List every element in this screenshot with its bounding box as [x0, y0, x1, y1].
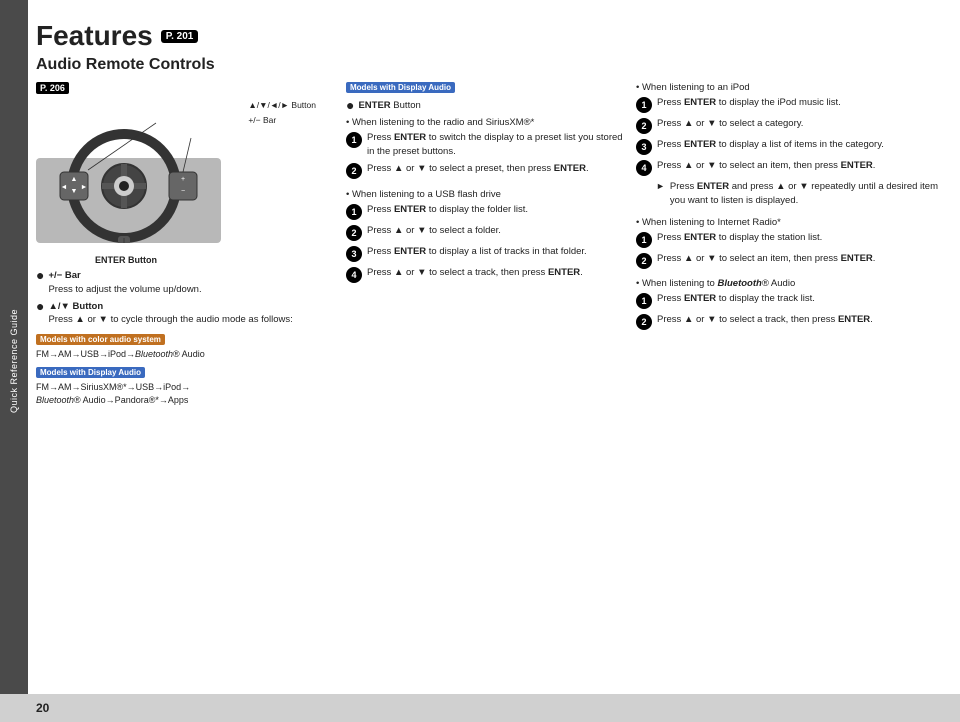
flow-color-text: FM→AM→USB→iPod→Bluetooth® Audio	[36, 348, 336, 362]
page-ref: P. 201	[161, 30, 199, 43]
when-internet: • When listening to Internet Radio*	[636, 217, 950, 228]
flow-display-text: FM→AM→SiriusXM®*→USB→iPod→ Bluetooth® Au…	[36, 381, 336, 408]
color-audio-badge: Models with color audio system	[36, 334, 165, 345]
middle-column: Models with Display Audio ● ENTER Button…	[346, 82, 626, 408]
when-ipod: • When listening to an iPod	[636, 82, 950, 93]
left-column: P. 206 ▲/▼/◄/► Button +/− Bar	[36, 82, 336, 408]
when-bluetooth: • When listening to Bluetooth® Audio	[636, 278, 950, 289]
bottom-bar: 20	[0, 694, 960, 722]
vol-text: Press to adjust the volume up/down.	[48, 284, 201, 295]
sidebar-label: Quick Reference Guide	[9, 309, 19, 413]
steps-bluetooth: 1 Press ENTER to display the track list.…	[636, 292, 950, 330]
button-label: ▲/▼/◄/► Button	[248, 98, 316, 113]
steps-radio: 1 Press ENTER to switch the display to a…	[346, 131, 626, 180]
svg-text:▼: ▼	[71, 188, 78, 195]
steps-usb: 1 Press ENTER to display the folder list…	[346, 203, 626, 283]
svg-text:▲: ▲	[71, 176, 78, 183]
display-audio-badge-mid: Models with Display Audio	[346, 82, 455, 93]
when-radio: • When listening to the radio and Sirius…	[346, 117, 626, 128]
bar-label: +/− Bar	[248, 113, 316, 128]
page-title: Features	[36, 20, 153, 52]
when-usb: • When listening to a USB flash drive	[346, 189, 626, 200]
steps-ipod: 1 Press ENTER to display the iPod music …	[636, 96, 950, 176]
steering-wheel-diagram: ▲/▼/◄/► Button +/− Bar	[36, 98, 336, 265]
cycle-text: Press ▲ or ▼ to cycle through the audio …	[48, 314, 292, 325]
main-content: Features P. 201 Audio Remote Controls P.…	[36, 20, 950, 686]
section-title: Audio Remote Controls	[36, 56, 950, 74]
display-audio-badge-left: Models with Display Audio	[36, 367, 145, 378]
steps-internet: 1 Press ENTER to display the station lis…	[636, 231, 950, 269]
svg-text:−: −	[181, 188, 185, 195]
enter-button-label: ENTER Button	[36, 255, 216, 265]
section-sub-ref: P. 206	[36, 82, 336, 94]
arrow-step: ► Press ENTER and press ▲ or ▼ repeatedl…	[656, 180, 950, 208]
left-bullets: ● +/− Bar Press to adjust the volume up/…	[36, 269, 336, 327]
page-title-area: Features P. 201	[36, 20, 950, 52]
svg-text:►: ►	[81, 184, 88, 191]
page-number: 20	[36, 701, 49, 715]
right-column: • When listening to an iPod 1 Press ENTE…	[636, 82, 950, 408]
sidebar: Quick Reference Guide	[0, 0, 28, 722]
section-ref-badge: P. 206	[36, 82, 69, 94]
svg-text:+: +	[181, 176, 185, 183]
svg-text:◄: ◄	[61, 184, 68, 191]
steering-wheel-svg: ▲ ▼ ◄ ► + − H	[36, 98, 221, 243]
